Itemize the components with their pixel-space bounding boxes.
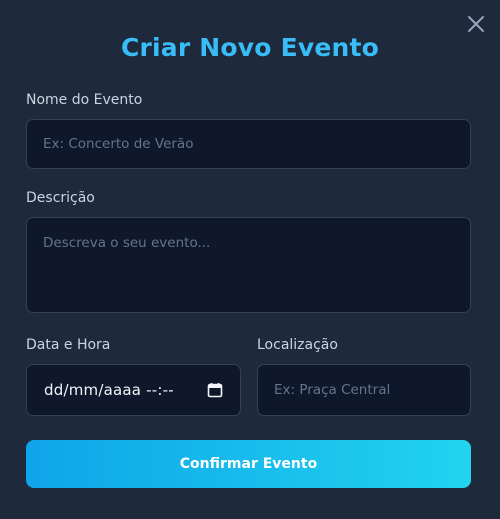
description-label: Descrição	[26, 190, 95, 206]
datetime-label: Data e Hora	[26, 337, 111, 353]
close-button[interactable]	[466, 14, 486, 34]
confirm-event-button[interactable]: Confirmar Evento	[26, 440, 471, 488]
location-input[interactable]	[257, 364, 471, 416]
event-name-input[interactable]	[26, 119, 471, 169]
datetime-input[interactable]: dd/mm/aaaa --:--	[26, 364, 241, 416]
modal-title: Criar Novo Evento	[120, 33, 380, 62]
datetime-location-row: Data e Hora dd/mm/aaaa --:-- Localização	[26, 336, 471, 416]
create-event-modal: Criar Novo Evento Nome do Evento Descriç…	[0, 0, 500, 519]
location-label: Localização	[257, 337, 338, 353]
close-icon	[468, 16, 484, 32]
datetime-value: dd/mm/aaaa --:--	[44, 381, 174, 399]
description-textarea[interactable]	[26, 217, 471, 313]
location-group: Localização	[257, 336, 471, 416]
datetime-group: Data e Hora dd/mm/aaaa --:--	[26, 336, 241, 416]
event-name-label: Nome do Evento	[26, 92, 143, 108]
calendar-icon[interactable]	[207, 382, 223, 398]
